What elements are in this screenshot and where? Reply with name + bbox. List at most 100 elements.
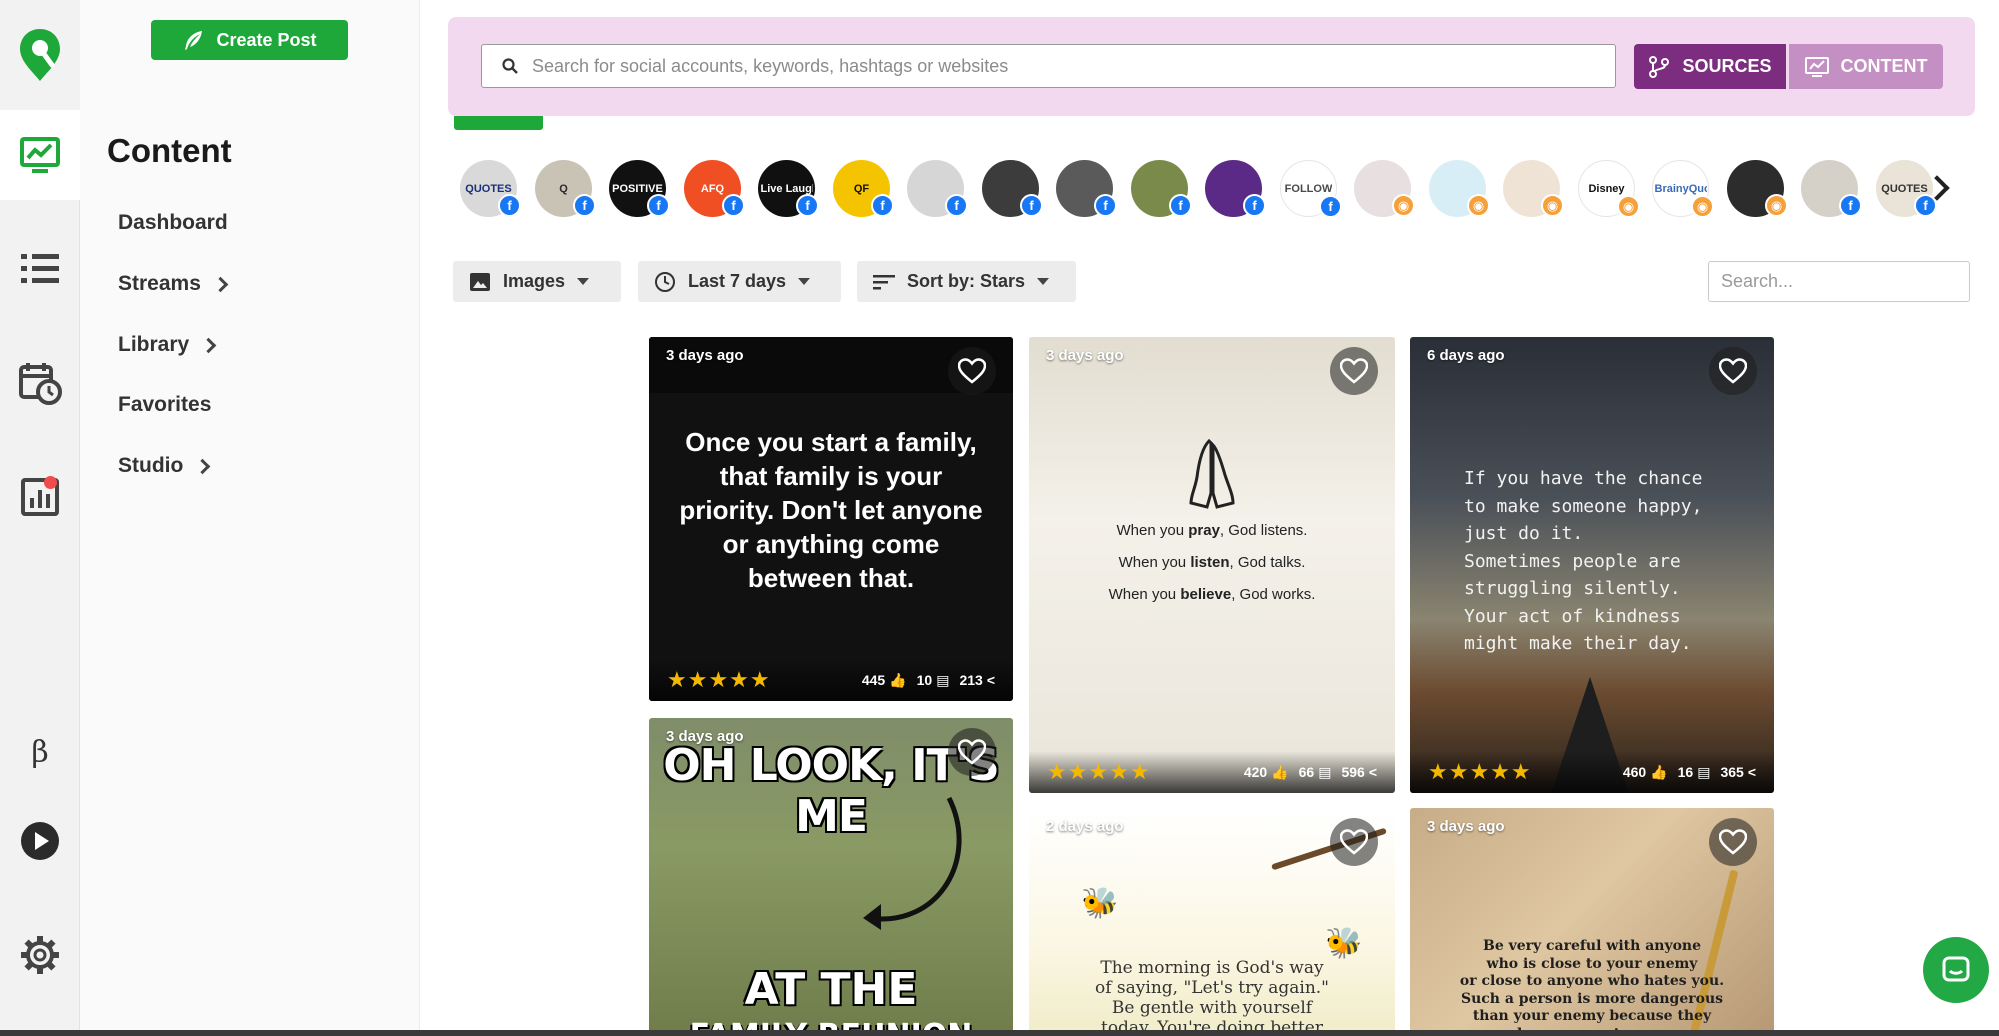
favorite-heart-icon[interactable]: [1330, 818, 1378, 866]
favorite-heart-icon[interactable]: [1330, 347, 1378, 395]
subnav-item-streams[interactable]: Streams: [118, 272, 229, 296]
source-avatar-label: Q: [559, 182, 568, 195]
thumbs-up-icon: 👍: [1271, 763, 1289, 780]
shares-stat: 596 <: [1341, 764, 1377, 781]
source-avatar[interactable]: f: [1205, 160, 1266, 217]
facebook-badge-icon: f: [498, 194, 521, 217]
star-rating: ★★★★★: [667, 667, 771, 692]
content-card[interactable]: 🐝 🐝 2 days ago The morning is God's way …: [1029, 808, 1395, 1036]
shares-count: 596: [1341, 764, 1365, 780]
sort-filter[interactable]: Sort by: Stars: [857, 261, 1076, 302]
source-avatar[interactable]: f: [1131, 160, 1192, 217]
chevron-right-icon: [212, 276, 229, 292]
subnav-item-favorites[interactable]: Favorites: [118, 393, 211, 417]
source-avatar[interactable]: ◉: [1429, 160, 1490, 217]
app-logo-icon[interactable]: [0, 0, 80, 110]
source-avatar[interactable]: Disney ◉: [1578, 160, 1640, 218]
calendar-clock-icon[interactable]: [0, 338, 80, 428]
favorite-heart-icon[interactable]: [1709, 347, 1757, 395]
source-avatar[interactable]: Live Laugh Lovef: [758, 160, 819, 217]
app-root: β Create Post Content Dashboard Streams …: [0, 0, 1999, 1036]
play-icon[interactable]: [0, 796, 80, 886]
source-avatar[interactable]: Qf: [535, 160, 596, 217]
sort-label: Sort by: Stars: [907, 271, 1026, 291]
content-tab[interactable]: CONTENT: [1789, 44, 1943, 89]
avatars-next-button[interactable]: [1924, 168, 1955, 208]
sources-tab[interactable]: SOURCES: [1634, 44, 1786, 89]
source-avatar[interactable]: ◉: [1354, 160, 1415, 217]
rss-badge-icon: ◉: [1392, 194, 1415, 217]
facebook-badge-icon: f: [1319, 195, 1342, 218]
subnav-item-dashboard[interactable]: Dashboard: [118, 211, 228, 235]
source-avatar[interactable]: f: [907, 160, 968, 217]
card-age: 6 days ago: [1427, 347, 1505, 364]
likes-stat: 445 👍: [862, 672, 907, 689]
subnav-item-studio[interactable]: Studio: [118, 454, 211, 478]
content-card[interactable]: OH LOOK, IT'S ME 3 days ago AT THE FAMIL…: [649, 718, 1013, 1036]
subnav-item-label: Favorites: [118, 393, 212, 416]
content-type-label: Images: [503, 271, 566, 291]
source-avatar[interactable]: POSITIVE f: [609, 160, 670, 217]
discovery-search[interactable]: [481, 44, 1616, 88]
comments-count: 16: [1677, 764, 1694, 780]
content-card[interactable]: 3 days ago Be very careful with anyone w…: [1410, 808, 1774, 1036]
favorite-heart-icon[interactable]: [948, 728, 996, 776]
source-avatar[interactable]: ◉: [1503, 160, 1564, 217]
list-icon[interactable]: [0, 224, 80, 314]
source-avatar[interactable]: f: [1056, 160, 1117, 217]
source-avatar[interactable]: QF f: [833, 160, 894, 217]
content-search-input[interactable]: [1708, 261, 1970, 302]
card-quote: The morning is God's way of saying, "Let…: [1095, 958, 1329, 1036]
date-range-filter[interactable]: Last 7 days: [638, 261, 841, 302]
content-icon[interactable]: [0, 110, 80, 200]
comments-stat: 16 ▤: [1678, 764, 1711, 781]
facebook-badge-icon: f: [1094, 194, 1117, 217]
beta-icon[interactable]: β: [0, 707, 80, 797]
content-card[interactable]: 3 days ago When you pray, God listens. W…: [1029, 337, 1395, 793]
shares-stat: 365 <: [1720, 764, 1756, 781]
subnav-item-library[interactable]: Library: [118, 333, 217, 357]
source-avatar[interactable]: f: [982, 160, 1043, 217]
comments-count: 66: [1298, 764, 1315, 780]
source-avatar[interactable]: BrainyQuote◉: [1652, 160, 1714, 218]
notification-dot: [44, 476, 57, 489]
card-quote: If you have the chance to make someone h…: [1464, 468, 1703, 654]
chat-icon: [1942, 956, 1970, 982]
content-card[interactable]: 3 days ago Once you start a family, that…: [649, 337, 1013, 701]
source-avatar[interactable]: QUOTES f: [460, 160, 521, 217]
stream-back-button[interactable]: [454, 116, 543, 130]
meme-bottom-text: AT THE: [744, 964, 918, 1015]
settings-icon[interactable]: [0, 910, 80, 1000]
source-avatar[interactable]: FOLLOW f: [1280, 160, 1342, 218]
source-avatar[interactable]: f: [1801, 160, 1862, 217]
card-stats: 460 👍 16 ▤ 365 <: [1623, 764, 1756, 781]
source-avatar-label: QUOTES: [465, 182, 512, 195]
quote-line: When you believe, God works.: [1108, 586, 1316, 603]
card-footer: ★★★★★ 445 👍 10 ▤ 213 <: [649, 659, 1013, 701]
feather-icon: [185, 31, 203, 50]
favorite-heart-icon[interactable]: [948, 347, 996, 395]
content-type-filter[interactable]: Images: [453, 261, 621, 302]
source-avatar[interactable]: ◉: [1727, 160, 1788, 217]
chat-support-button[interactable]: [1923, 937, 1989, 1003]
source-avatars: QUOTESfQfPOSITIVEfAFQfLive Laugh LovefQF…: [460, 160, 1970, 220]
share-icon: <: [986, 672, 995, 688]
source-avatar-label: QF: [853, 182, 870, 195]
discovery-search-input[interactable]: [532, 55, 1602, 77]
arrow-graphic: [863, 796, 962, 930]
create-post-button[interactable]: Create Post: [151, 20, 348, 60]
analytics-icon[interactable]: [0, 452, 80, 542]
thumbs-up-icon: 👍: [889, 671, 907, 688]
card-footer: ★★★★★ 460 👍 16 ▤ 365 <: [1410, 751, 1774, 793]
favorite-heart-icon[interactable]: [1709, 818, 1757, 866]
date-range-label: Last 7 days: [688, 271, 787, 291]
comment-icon: ▤: [1318, 763, 1332, 780]
source-avatar[interactable]: AFQ f: [684, 160, 745, 217]
comment-icon: ▤: [936, 671, 950, 688]
facebook-badge-icon: f: [573, 194, 596, 217]
create-post-label: Create Post: [216, 29, 317, 50]
source-avatar-label: Live Laugh Love: [760, 182, 813, 195]
shares-stat: 213 <: [959, 672, 995, 689]
star-rating: ★★★★★: [1428, 759, 1532, 784]
content-card[interactable]: 6 days ago If you have the chance to mak…: [1410, 337, 1774, 793]
